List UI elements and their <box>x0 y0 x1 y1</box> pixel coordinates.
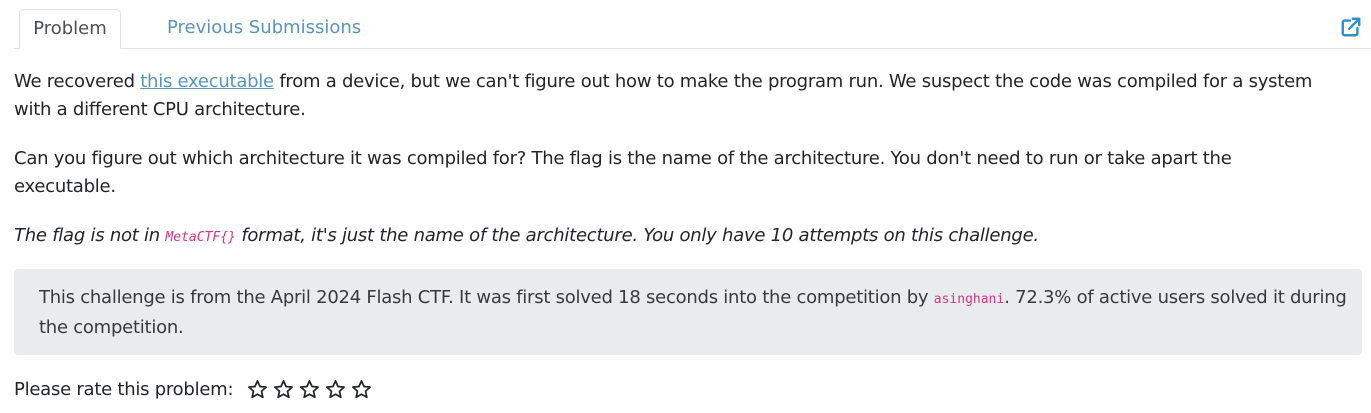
competition-info-text: This challenge is from the April 2024 Fl… <box>39 284 1349 342</box>
rating-label: Please rate this problem: <box>14 378 234 400</box>
rating-stars <box>247 379 377 400</box>
star-3-icon[interactable] <box>299 379 320 400</box>
description-text: We recovered <box>14 71 141 92</box>
description-paragraph-2: Can you figure out which architecture it… <box>14 148 1232 197</box>
flag-format-note: The flag is not in MetaCTF{} format, it'… <box>14 222 1334 252</box>
tab-previous-submissions[interactable]: Previous Submissions <box>167 9 361 49</box>
star-1-icon[interactable] <box>247 379 268 400</box>
executable-download-link[interactable]: this executable <box>140 71 274 92</box>
note-text: The flag is not in <box>14 225 166 246</box>
problem-rating: Please rate this problem: <box>14 375 377 403</box>
tab-bar: Problem Previous Submissions <box>14 9 1371 49</box>
star-4-icon[interactable] <box>325 379 346 400</box>
external-link-icon[interactable] <box>1340 16 1362 38</box>
first-solver-username: asinghani <box>933 292 1005 307</box>
tab-problem[interactable]: Problem <box>19 9 121 49</box>
star-5-icon[interactable] <box>351 379 372 400</box>
challenge-page: Problem Previous Submissions We recovere… <box>0 0 1371 413</box>
flag-format-code: MetaCTF{} <box>165 230 236 245</box>
info-text: This challenge is from the April 2024 Fl… <box>39 287 934 308</box>
description-paragraph-1: We recovered this executable from a devi… <box>14 68 1334 124</box>
star-2-icon[interactable] <box>273 379 294 400</box>
note-text: format, it's just the name of the archit… <box>235 225 1039 246</box>
competition-info-box: This challenge is from the April 2024 Fl… <box>14 269 1362 355</box>
